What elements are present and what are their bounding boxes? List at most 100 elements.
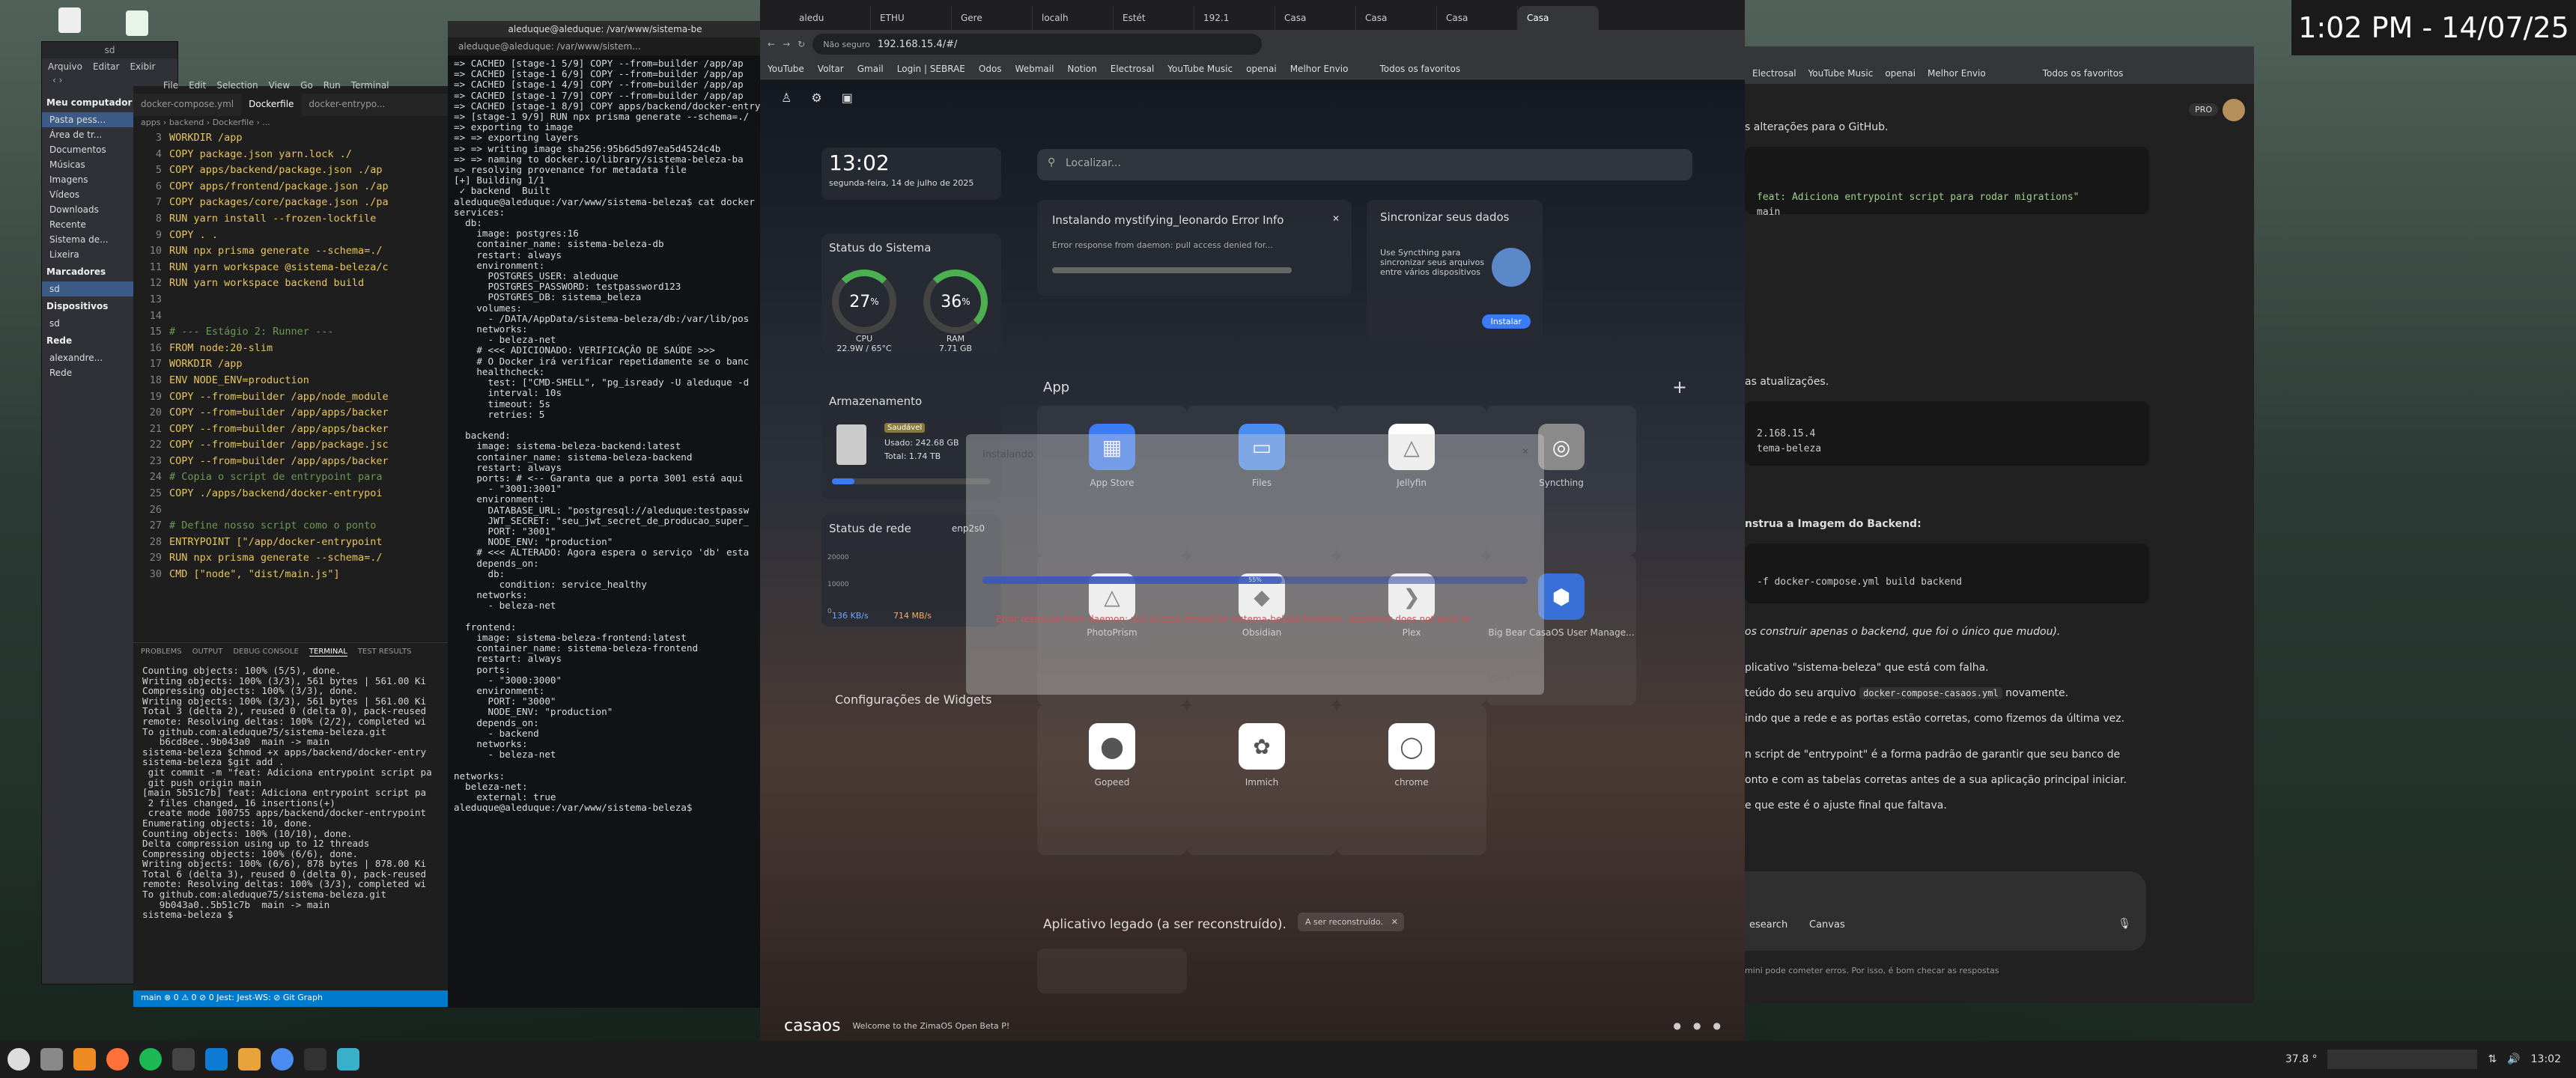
chat-input[interactable]: esearch Canvas 🎙	[1745, 871, 2146, 951]
install-button[interactable]: Instalar	[1481, 314, 1531, 329]
panel-tab[interactable]: PROBLEMS	[141, 648, 182, 657]
reload-icon[interactable]: ↻	[798, 39, 805, 49]
desktop-icon[interactable]	[58, 7, 81, 33]
search-bar[interactable]: ⚲ Localizar...	[1037, 149, 1692, 180]
menu-item[interactable]: Selection	[216, 80, 258, 94]
code-text: COPY --from=builder /app/node_module	[169, 390, 389, 403]
address-bar[interactable]: Não seguro 192.168.15.4/#/	[812, 34, 1263, 55]
terminal-output[interactable]: => CACHED [stage-1 5/9] COPY --from=buil…	[448, 55, 762, 999]
sync-card[interactable]: Sincronizar seus dados Use Syncthing par…	[1367, 200, 1543, 342]
install-notification[interactable]: Instalando mystifying_leonardo Error Inf…	[1037, 200, 1352, 296]
bookmark[interactable]: openai	[1246, 64, 1277, 74]
browser-tab[interactable]: Gere	[952, 6, 1033, 30]
editor-tab[interactable]: docker-compose.yml	[133, 94, 241, 116]
add-app-icon[interactable]: +	[1672, 377, 1687, 398]
bookmark[interactable]: Voltar	[818, 64, 844, 74]
research-button[interactable]: esearch	[1749, 919, 1787, 931]
panel-tab[interactable]: OUTPUT	[192, 648, 223, 657]
bookmark[interactable]: Electrosal	[1111, 64, 1155, 74]
all-bookmarks[interactable]: Todos os favoritos	[1379, 64, 1460, 74]
menu-item[interactable]: View	[269, 80, 290, 94]
browser-tab[interactable]: localh	[1033, 6, 1114, 30]
bookmark[interactable]: Melhor Envio	[1928, 68, 1986, 79]
bookmark[interactable]: Gmail	[857, 64, 884, 74]
chrome-icon[interactable]	[271, 1048, 294, 1071]
bookmark[interactable]: YouTube	[768, 64, 804, 74]
legacy-app-tile[interactable]	[1037, 948, 1187, 993]
volume-icon[interactable]: 🔊	[2507, 1053, 2520, 1065]
files-icon[interactable]	[73, 1048, 96, 1071]
spotify-icon[interactable]	[139, 1048, 162, 1071]
github-icon[interactable]: ●	[1674, 1020, 1681, 1031]
menu-item[interactable]: Terminal	[351, 80, 389, 94]
widget-settings[interactable]: Configurações de Widgets	[835, 692, 991, 707]
browser-tab[interactable]: ETHU	[871, 6, 952, 30]
panel-tab[interactable]: TEST RESULTS	[358, 648, 412, 657]
desktop-icon[interactable]	[40, 1048, 63, 1071]
browser-tab[interactable]: Estét	[1114, 6, 1194, 30]
browser-tab[interactable]: Casa	[1437, 6, 1518, 30]
desktop-icon[interactable]	[126, 10, 148, 36]
canvas-button[interactable]: Canvas	[1809, 919, 1845, 931]
system-status-card[interactable]: Status do Sistema 27% CPU 22.9W / 65°C 3…	[821, 234, 1001, 353]
menu-item[interactable]: Run	[323, 80, 341, 94]
integrated-terminal[interactable]: Counting objects: 100% (5/5), done. Writ…	[133, 661, 448, 920]
back-button[interactable]: Voltar	[1488, 672, 1514, 683]
all-bookmarks[interactable]: Todos os favoritos	[2043, 68, 2124, 79]
panel-tab-active[interactable]: TERMINAL	[309, 648, 347, 657]
app-tile[interactable]: ◯ chrome	[1337, 705, 1486, 855]
workspace-switcher[interactable]	[2327, 1050, 2478, 1069]
vscode-icon[interactable]	[205, 1048, 228, 1071]
terminal-icon[interactable]	[304, 1048, 326, 1071]
menu-item[interactable]: Edit	[189, 80, 206, 94]
chat-icon[interactable]: ●	[1713, 1020, 1721, 1031]
menu-item[interactable]: Exibir	[130, 61, 155, 72]
forward-icon[interactable]: →	[783, 39, 790, 49]
app-icon[interactable]	[172, 1048, 195, 1071]
bookmark[interactable]: Electrosal	[1752, 68, 1796, 79]
back-arrow-icon[interactable]: ‹ ›	[42, 75, 62, 85]
bookmark[interactable]: openai	[1885, 68, 1916, 79]
terminal-icon[interactable]: ▣	[842, 91, 853, 105]
menu-item[interactable]: Arquivo	[48, 61, 82, 72]
editor-tab[interactable]: docker-entrypo...	[301, 94, 392, 116]
app-icon[interactable]	[238, 1048, 261, 1071]
menu-item[interactable]: Editar	[93, 61, 120, 72]
network-icon[interactable]: ⇅	[2488, 1053, 2497, 1065]
terminal-tab[interactable]: aleduque@aleduque: /var/www/sistem...	[448, 37, 762, 55]
close-icon[interactable]: ✕	[1332, 213, 1340, 224]
close-icon[interactable]: ✕	[1522, 446, 1529, 457]
browser-tab[interactable]: aledu	[790, 6, 871, 30]
bookmark[interactable]: Notion	[1067, 64, 1096, 74]
firefox-icon[interactable]	[106, 1048, 129, 1071]
app-icon[interactable]	[337, 1048, 359, 1071]
bookmark[interactable]: YouTube Music	[1167, 64, 1233, 74]
insecure-label[interactable]: Não seguro	[823, 40, 870, 49]
bookmark[interactable]: Login | SEBRAE	[897, 64, 965, 74]
browser-tab[interactable]: Casa	[1356, 6, 1437, 30]
panel-tab[interactable]: DEBUG CONSOLE	[233, 648, 299, 657]
bookmark[interactable]: YouTube Music	[1808, 68, 1874, 79]
menu-item[interactable]: File	[163, 80, 178, 94]
close-icon[interactable]: ✕	[1391, 917, 1398, 927]
back-icon[interactable]: ←	[768, 39, 775, 49]
bookmark[interactable]: Webmail	[1015, 64, 1054, 74]
bookmark[interactable]: Odos	[979, 64, 1002, 74]
editor-tab-active[interactable]: Dockerfile	[241, 94, 302, 116]
browser-tab[interactable]: Casa	[1275, 6, 1356, 30]
avatar[interactable]	[2223, 99, 2245, 121]
app-tile[interactable]: ⬤ Gopeed	[1037, 705, 1187, 855]
install-modal[interactable]: Instalando ✕ 55% Error response from dae…	[966, 434, 1544, 695]
legacy-tag[interactable]: A ser reconstruído. ✕	[1298, 913, 1404, 931]
mic-icon[interactable]: 🎙	[2118, 918, 2131, 930]
code-editor[interactable]: 3 WORKDIR /app 4 COPY package.json yarn.loc…	[133, 129, 448, 583]
bookmark[interactable]: Melhor Envio	[1290, 64, 1349, 74]
settings-icon[interactable]: ⚙	[811, 91, 821, 105]
browser-tab-active[interactable]: Casa	[1518, 6, 1599, 30]
start-menu-icon[interactable]	[7, 1048, 30, 1071]
user-icon[interactable]: ♙	[781, 91, 792, 105]
menu-item[interactable]: Go	[300, 80, 313, 94]
discord-icon[interactable]: ●	[1693, 1020, 1701, 1031]
browser-tab[interactable]: 192.1	[1194, 6, 1275, 30]
app-tile[interactable]: ✿ Immich	[1187, 705, 1337, 855]
